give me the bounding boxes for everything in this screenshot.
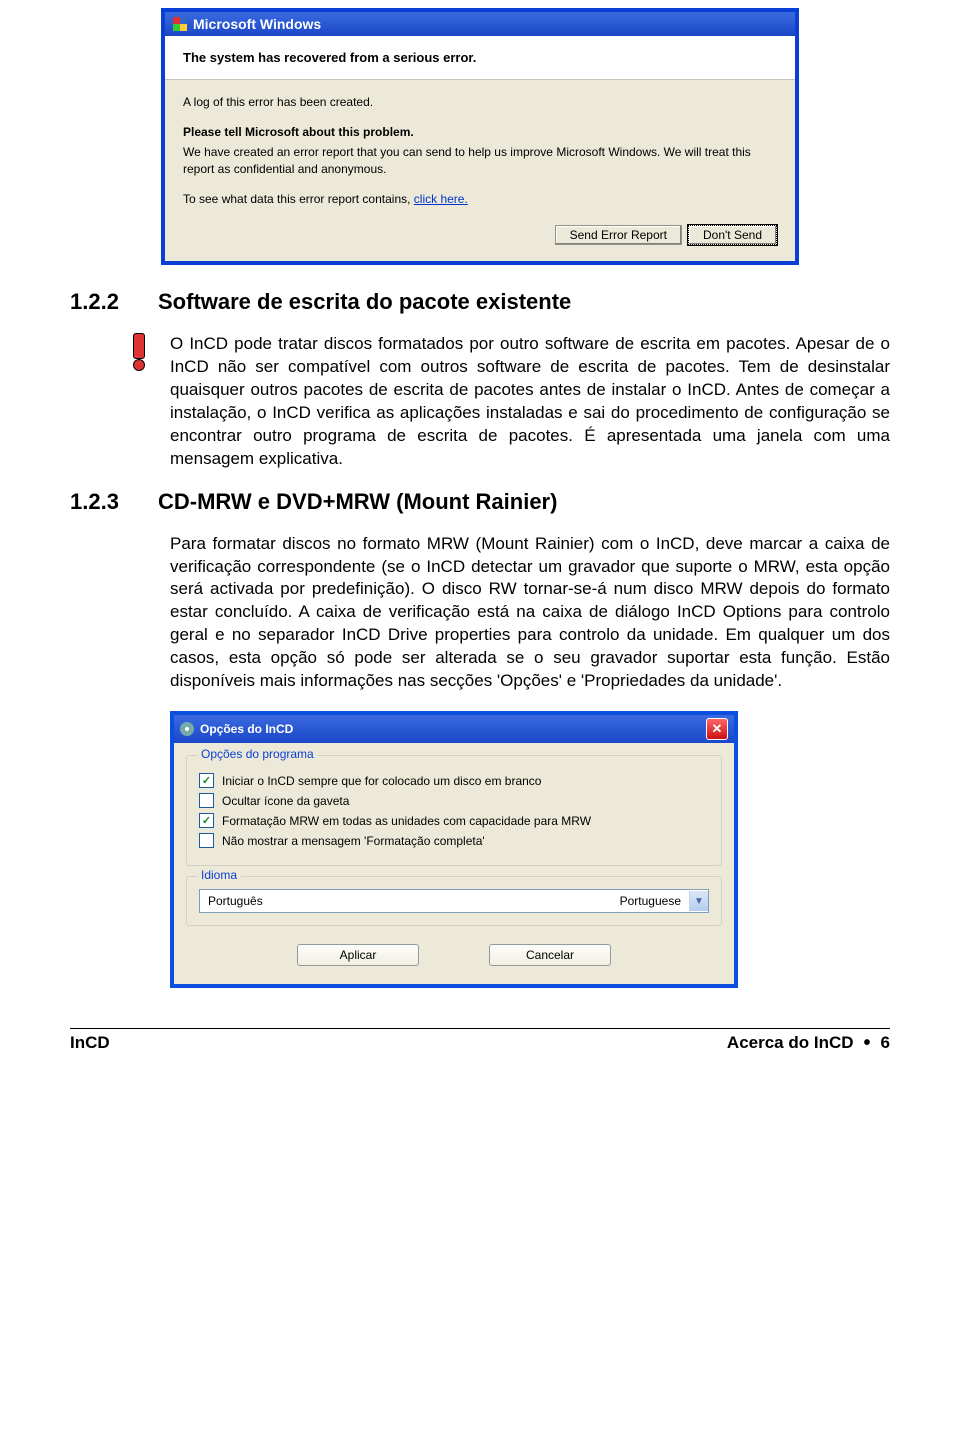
section-1-2-2-body: O InCD pode tratar discos formatados por…	[170, 333, 890, 471]
footer-section: Acerca do InCD	[727, 1033, 854, 1053]
cd-icon	[180, 722, 194, 736]
section-1-2-2: 1.2.2 Software de escrita do pacote exis…	[70, 289, 890, 471]
options-dialog-title: Opções do InCD	[200, 722, 293, 736]
checkbox-mrw-all-drives[interactable]: ✓	[199, 813, 214, 828]
check-row: Ocultar ícone da gaveta	[199, 793, 709, 808]
warning-exclamation-icon	[130, 333, 148, 371]
section-number: 1.2.3	[70, 489, 130, 515]
check-row: ✓ Iniciar o InCD sempre que for colocado…	[199, 773, 709, 788]
section-1-2-2-heading: 1.2.2 Software de escrita do pacote exis…	[70, 289, 890, 315]
dont-send-button[interactable]: Don't Send	[688, 225, 777, 245]
cancel-button[interactable]: Cancelar	[489, 944, 611, 966]
check-row: Não mostrar a mensagem 'Formatação compl…	[199, 833, 709, 848]
chevron-down-icon[interactable]: ▼	[689, 891, 708, 911]
checkbox-label: Formatação MRW em todas as unidades com …	[222, 814, 591, 828]
program-options-legend: Opções do programa	[197, 747, 318, 761]
send-error-report-button[interactable]: Send Error Report	[555, 225, 682, 245]
error-dialog-body: A log of this error has been created. Pl…	[165, 80, 795, 261]
error-dialog-buttons: Send Error Report Don't Send	[183, 221, 777, 245]
checkbox-label: Iniciar o InCD sempre que for colocado u…	[222, 774, 541, 788]
check-row: ✓ Formatação MRW em todas as unidades co…	[199, 813, 709, 828]
language-legend: Idioma	[197, 868, 241, 882]
language-group: Idioma Português Portuguese ▼	[186, 876, 722, 926]
program-options-group: Opções do programa ✓ Iniciar o InCD semp…	[186, 755, 722, 866]
windows-flag-icon	[173, 17, 187, 31]
page-footer: InCD Acerca do InCD • 6	[0, 1028, 960, 1053]
checkbox-hide-tray-icon[interactable]	[199, 793, 214, 808]
section-number: 1.2.2	[70, 289, 130, 315]
language-combobox[interactable]: Português Portuguese ▼	[199, 889, 709, 913]
error-see-line: To see what data this error report conta…	[183, 191, 777, 207]
incd-options-dialog: Opções do InCD ✕ Opções do programa ✓ In…	[170, 711, 738, 988]
footer-left: InCD	[70, 1033, 110, 1053]
error-tell-heading: Please tell Microsoft about this problem…	[183, 124, 777, 140]
checkbox-label: Ocultar ícone da gaveta	[222, 794, 349, 808]
checkbox-label: Não mostrar a mensagem 'Formatação compl…	[222, 834, 485, 848]
language-value-english: Portuguese	[620, 894, 681, 908]
checkbox-hide-format-complete[interactable]	[199, 833, 214, 848]
section-1-2-3-body: Para formatar discos no formato MRW (Mou…	[170, 533, 890, 694]
language-value-native: Português	[208, 894, 263, 908]
section-title: CD-MRW e DVD+MRW (Mount Rainier)	[158, 489, 557, 515]
close-icon: ✕	[712, 721, 723, 737]
click-here-link[interactable]: click here.	[414, 192, 468, 206]
section-1-2-3: 1.2.3 CD-MRW e DVD+MRW (Mount Rainier) P…	[70, 489, 890, 694]
options-dialog-titlebar[interactable]: Opções do InCD ✕	[174, 715, 734, 743]
section-title: Software de escrita do pacote existente	[158, 289, 571, 315]
error-tell-body: We have created an error report that you…	[183, 144, 777, 176]
error-dialog-header: The system has recovered from a serious …	[165, 36, 795, 80]
apply-button[interactable]: Aplicar	[297, 944, 419, 966]
error-log-line: A log of this error has been created.	[183, 94, 777, 110]
section-1-2-3-heading: 1.2.3 CD-MRW e DVD+MRW (Mount Rainier)	[70, 489, 890, 515]
footer-page-number: 6	[881, 1033, 890, 1053]
options-dialog-buttons: Aplicar Cancelar	[186, 936, 722, 972]
error-see-prefix: To see what data this error report conta…	[183, 192, 414, 206]
error-dialog-title: Microsoft Windows	[193, 16, 321, 32]
error-report-dialog: Microsoft Windows The system has recover…	[161, 8, 799, 265]
checkbox-start-on-blank[interactable]: ✓	[199, 773, 214, 788]
error-dialog-titlebar[interactable]: Microsoft Windows	[165, 12, 795, 36]
close-button[interactable]: ✕	[706, 718, 728, 740]
